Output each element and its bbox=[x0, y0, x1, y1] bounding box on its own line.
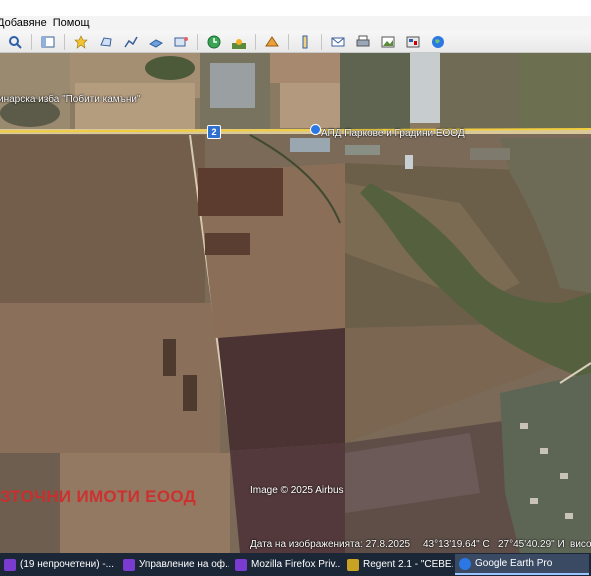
placemark-pin[interactable] bbox=[310, 124, 321, 135]
task-label: Google Earth Pro bbox=[475, 558, 553, 569]
map-view[interactable]: инарска изба "Побити камъни" 2 АПД Парко… bbox=[0, 53, 591, 553]
ruler-icon[interactable] bbox=[295, 32, 315, 52]
taskbar: (19 непрочетени) -... Управление на оф..… bbox=[0, 553, 591, 576]
road-shield: 2 bbox=[207, 125, 221, 139]
sidebar-toggle-icon[interactable] bbox=[38, 32, 58, 52]
latitude-readout: 43°13'19.64" С bbox=[423, 539, 490, 550]
satellite-imagery bbox=[0, 53, 591, 553]
elevation-readout: висо bbox=[570, 539, 591, 550]
taskbar-item-regent[interactable]: Regent 2.1 - "СЕВЕ... bbox=[343, 554, 453, 575]
toolbar-separator bbox=[31, 33, 32, 50]
app-icon bbox=[4, 558, 16, 571]
taskbar-item-office[interactable]: Управление на оф... bbox=[119, 554, 229, 575]
place-label-winery[interactable]: инарска изба "Побити камъни" bbox=[0, 94, 141, 105]
longitude-readout: 27°45'40.29" И bbox=[498, 539, 565, 550]
toolbar-separator bbox=[288, 33, 289, 50]
app-icon bbox=[123, 558, 135, 571]
overlay-title: ЗТОЧНИ ИМОТИ ЕООД bbox=[0, 487, 197, 506]
path-icon[interactable] bbox=[121, 32, 141, 52]
status-bar: Дата на изображенията: 27.8.2025 43°13'1… bbox=[0, 537, 591, 553]
menu-bar: Добавяне Помощ bbox=[0, 16, 591, 31]
toolbar bbox=[0, 31, 591, 53]
task-label: Mozilla Firefox Priv... bbox=[251, 559, 341, 570]
imagery-date: Дата на изображенията: 27.8.2025 bbox=[250, 539, 411, 550]
email-icon[interactable] bbox=[328, 32, 348, 52]
polygon-icon[interactable] bbox=[96, 32, 116, 52]
sunlight-icon[interactable] bbox=[229, 32, 249, 52]
menu-help[interactable]: Помощ bbox=[53, 16, 96, 31]
print-icon[interactable] bbox=[353, 32, 373, 52]
save-image-icon[interactable] bbox=[378, 32, 398, 52]
taskbar-item-firefox[interactable]: Mozilla Firefox Priv... bbox=[231, 554, 341, 575]
firefox-icon bbox=[235, 558, 247, 571]
toolbar-separator bbox=[321, 33, 322, 50]
globe-icon[interactable] bbox=[428, 32, 448, 52]
place-label-company[interactable]: АПД Паркове и Градини ЕООД bbox=[321, 128, 465, 139]
toolbar-separator bbox=[255, 33, 256, 50]
tour-icon[interactable] bbox=[171, 32, 191, 52]
planets-icon[interactable] bbox=[262, 32, 282, 52]
task-label: (19 непрочетени) -... bbox=[20, 559, 114, 570]
image-overlay-icon[interactable] bbox=[146, 32, 166, 52]
toolbar-separator bbox=[197, 33, 198, 50]
historical-imagery-icon[interactable] bbox=[204, 32, 224, 52]
task-label: Regent 2.1 - "СЕВЕ... bbox=[363, 559, 453, 570]
maps-icon[interactable] bbox=[403, 32, 423, 52]
window-top-strip bbox=[0, 0, 591, 16]
taskbar-item-mail[interactable]: (19 непрочетени) -... bbox=[0, 554, 117, 575]
menu-add[interactable]: Добавяне bbox=[0, 16, 53, 31]
imagery-copyright: Image © 2025 Airbus bbox=[250, 485, 344, 496]
google-earth-icon bbox=[459, 557, 471, 570]
regent-icon bbox=[347, 558, 359, 571]
placemark-icon[interactable] bbox=[71, 32, 91, 52]
taskbar-item-google-earth[interactable]: Google Earth Pro bbox=[455, 554, 589, 575]
search-icon[interactable] bbox=[5, 32, 25, 52]
toolbar-separator bbox=[64, 33, 65, 50]
task-label: Управление на оф... bbox=[139, 559, 229, 570]
